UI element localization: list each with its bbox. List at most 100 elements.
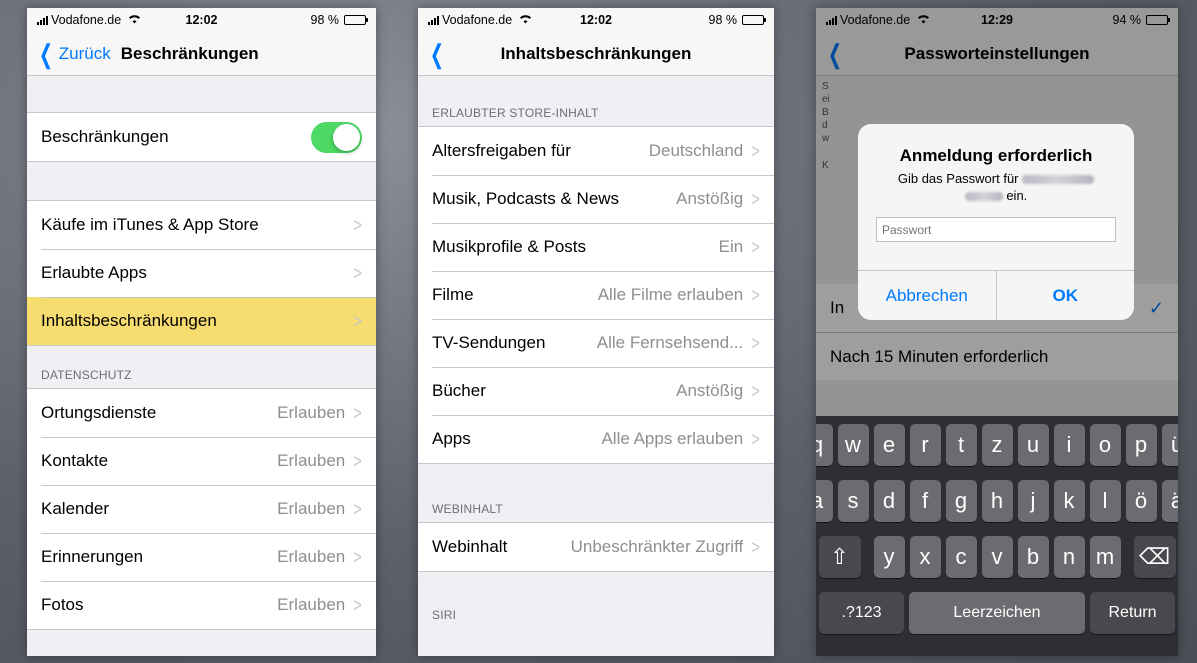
list-item-allowed-apps[interactable]: Erlaubte Apps > <box>27 249 376 297</box>
list-item-after-15-min[interactable]: Nach 15 Minuten erforderlich <box>816 332 1178 380</box>
key-t[interactable]: t <box>945 424 977 466</box>
key-q[interactable]: q <box>816 424 833 466</box>
nav-bar: ❮ Inhaltsbeschränkungen <box>418 32 774 76</box>
list-item-web-content[interactable]: Webinhalt Unbeschränkter Zugriff > <box>418 523 774 571</box>
list-item-value: Alle Filme erlauben <box>597 285 744 304</box>
list-item-apps[interactable]: Apps Alle Apps erlauben > <box>418 415 774 463</box>
back-button[interactable]: ❮ <box>824 41 846 67</box>
list-item-value: Ein <box>718 237 744 256</box>
chevron-right-icon: > <box>353 593 362 617</box>
login-alert: Anmeldung erforderlich Gib das Passwort … <box>858 124 1134 320</box>
key-b[interactable]: b <box>1017 536 1049 578</box>
cancel-button[interactable]: Abbrechen <box>858 271 996 320</box>
key-ü[interactable]: ü <box>1161 424 1178 466</box>
password-input[interactable] <box>876 217 1116 242</box>
list-item-photos[interactable]: Fotos Erlauben > <box>27 581 376 629</box>
list-item-contacts[interactable]: Kontakte Erlauben > <box>27 437 376 485</box>
carrier: Vodafone.de <box>826 13 930 27</box>
list-item-value: Erlauben <box>277 451 346 470</box>
signal-icon <box>37 15 48 25</box>
chevron-right-icon: > <box>751 535 760 559</box>
list-item-location[interactable]: Ortungsdienste Erlauben > <box>27 389 376 437</box>
toggle-label: Beschränkungen <box>41 127 169 146</box>
shift-key[interactable]: ⇧ <box>818 536 861 578</box>
back-button[interactable]: ❮ <box>426 41 448 67</box>
key-z[interactable]: z <box>981 424 1013 466</box>
nav-bar: ❮ Zurück Beschränkungen <box>27 32 376 76</box>
list-item-movies[interactable]: Filme Alle Filme erlauben > <box>418 271 774 319</box>
key-h[interactable]: h <box>981 480 1013 522</box>
key-l[interactable]: l <box>1089 480 1121 522</box>
backspace-key[interactable]: ⌫ <box>1133 536 1176 578</box>
screenshot-restrictions: Vodafone.de 12:02 98 % ❮ Zurück Beschrän… <box>27 8 376 656</box>
key-ä[interactable]: ä <box>1161 480 1178 522</box>
keyboard-row-4: .?123 Leerzeichen Return <box>819 592 1175 634</box>
chevron-right-icon: > <box>353 545 362 569</box>
chevron-right-icon: > <box>751 427 760 451</box>
space-key[interactable]: Leerzeichen <box>909 592 1085 634</box>
list-item-books[interactable]: Bücher Anstößig > <box>418 367 774 415</box>
alert-buttons: Abbrechen OK <box>858 270 1134 320</box>
wifi-icon <box>128 13 141 27</box>
chevron-right-icon: > <box>353 497 362 521</box>
key-w[interactable]: w <box>837 424 869 466</box>
list-item-music-podcasts[interactable]: Musik, Podcasts & News Anstößig > <box>418 175 774 223</box>
numbers-key[interactable]: .?123 <box>819 592 904 634</box>
wifi-icon <box>519 13 532 27</box>
carrier-label: Vodafone.de <box>840 13 911 27</box>
key-x[interactable]: x <box>909 536 941 578</box>
list-item-age-rating[interactable]: Altersfreigaben für Deutschland > <box>418 127 774 175</box>
chevron-right-icon: > <box>353 213 362 237</box>
nav-bar: ❮ Passworteinstellungen <box>816 32 1178 76</box>
back-button[interactable]: ❮ Zurück <box>35 41 111 67</box>
status-time: 12:29 <box>981 13 1013 27</box>
battery-status: 98 % <box>709 13 766 27</box>
page-title: Inhaltsbeschränkungen <box>500 43 692 63</box>
key-v[interactable]: v <box>981 536 1013 578</box>
return-key[interactable]: Return <box>1090 592 1175 634</box>
chevron-left-icon: ❮ <box>429 38 444 69</box>
list-item-label: Altersfreigaben für <box>432 141 571 160</box>
list-item-label: Musik, Podcasts & News <box>432 189 620 208</box>
keyboard-row-3: ⇧ yxcvbnm ⌫ <box>818 536 1176 578</box>
store-content-group: Altersfreigaben für Deutschland > Musik,… <box>418 126 774 464</box>
key-f[interactable]: f <box>909 480 941 522</box>
key-s[interactable]: s <box>837 480 869 522</box>
key-r[interactable]: r <box>909 424 941 466</box>
chevron-right-icon: > <box>751 331 760 355</box>
key-d[interactable]: d <box>873 480 905 522</box>
key-p[interactable]: p <box>1125 424 1157 466</box>
chevron-right-icon: > <box>353 401 362 425</box>
list-item-calendar[interactable]: Kalender Erlauben > <box>27 485 376 533</box>
key-n[interactable]: n <box>1053 536 1085 578</box>
key-g[interactable]: g <box>945 480 977 522</box>
key-m[interactable]: m <box>1089 536 1121 578</box>
alert-message: Gib das Passwort für ein. <box>858 170 1134 204</box>
restrictions-toggle[interactable] <box>311 121 362 153</box>
list-item-label: Erinnerungen <box>41 547 144 566</box>
list-item-tv-shows[interactable]: TV-Sendungen Alle Fernsehsend... > <box>418 319 774 367</box>
key-o[interactable]: o <box>1089 424 1121 466</box>
list-item-music-profiles[interactable]: Musikprofile & Posts Ein > <box>418 223 774 271</box>
list-item-label: Fotos <box>41 595 84 614</box>
key-c[interactable]: c <box>945 536 977 578</box>
screenshot-password-settings: Vodafone.de 12:29 94 % ❮ Passworteinstel… <box>816 8 1178 656</box>
key-u[interactable]: u <box>1017 424 1049 466</box>
key-e[interactable]: e <box>873 424 905 466</box>
list-item-content-restrictions[interactable]: Inhaltsbeschränkungen > <box>27 297 376 345</box>
list-item-reminders[interactable]: Erinnerungen Erlauben > <box>27 533 376 581</box>
ok-button[interactable]: OK <box>995 271 1135 320</box>
list-item-label: Kontakte <box>41 451 109 470</box>
list-item-label: TV-Sendungen <box>432 333 546 352</box>
list-item-itunes-purchases[interactable]: Käufe im iTunes & App Store > <box>27 201 376 249</box>
list-item-value: Deutschland <box>648 141 744 160</box>
key-k[interactable]: k <box>1053 480 1085 522</box>
restrictions-toggle-row[interactable]: Beschränkungen <box>27 113 376 161</box>
key-y[interactable]: y <box>873 536 905 578</box>
key-j[interactable]: j <box>1017 480 1049 522</box>
key-i[interactable]: i <box>1053 424 1085 466</box>
key-a[interactable]: a <box>816 480 833 522</box>
carrier-label: Vodafone.de <box>51 13 122 27</box>
key-ö[interactable]: ö <box>1125 480 1157 522</box>
list-item-label: Nach 15 Minuten erforderlich <box>830 346 1049 366</box>
